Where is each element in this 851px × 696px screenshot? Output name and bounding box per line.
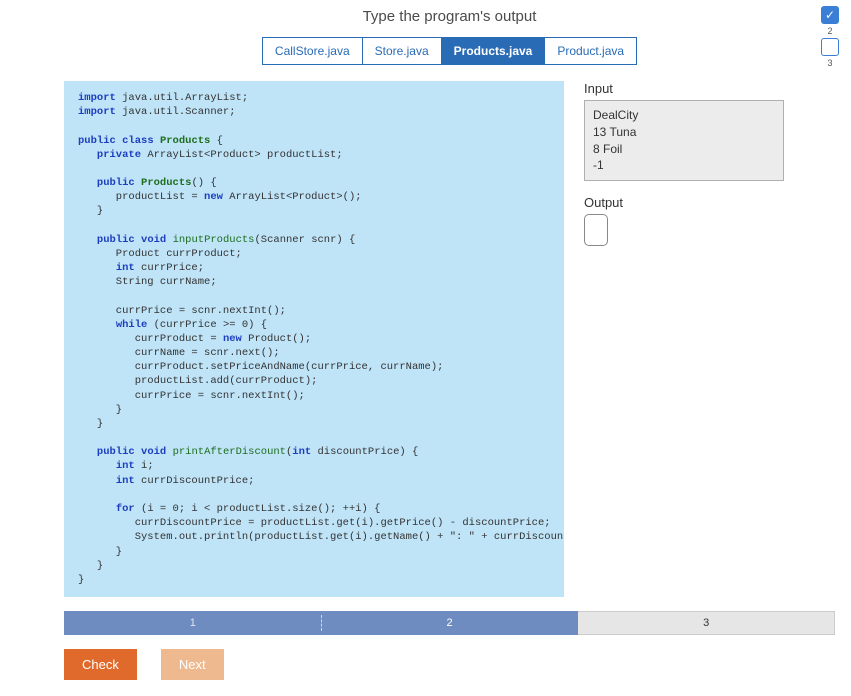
progress-step-1[interactable]: 1 (64, 611, 322, 635)
progress-step-2[interactable]: 2 (322, 611, 579, 635)
page-title: Type the program's output (64, 8, 835, 25)
status-box-icon (821, 38, 839, 56)
io-panel: Input DealCity 13 Tuna 8 Foil -1 Output (584, 81, 784, 249)
progress-bar: 1 2 3 (64, 611, 835, 635)
status-num-2: 3 (827, 58, 832, 68)
status-num-1: 2 (827, 26, 832, 36)
input-label: Input (584, 81, 784, 96)
progress-step-3[interactable]: 3 (578, 611, 835, 635)
status-check-icon: ✓ (821, 6, 839, 24)
input-box: DealCity 13 Tuna 8 Foil -1 (584, 100, 784, 181)
side-status-icons: ✓ 2 3 (821, 6, 839, 68)
code-viewer: import java.util.ArrayList; import java.… (64, 81, 564, 597)
next-button[interactable]: Next (161, 649, 224, 680)
input-line: 13 Tuna (593, 124, 775, 141)
tab-callstore[interactable]: CallStore.java (262, 37, 363, 65)
check-button[interactable]: Check (64, 649, 137, 680)
exercise-container: ✓ 2 3 Type the program's output CallStor… (0, 0, 851, 696)
content-row: import java.util.ArrayList; import java.… (64, 81, 835, 597)
tab-store[interactable]: Store.java (363, 37, 442, 65)
output-input[interactable] (584, 214, 608, 246)
file-tabs: CallStore.java Store.java Products.java … (64, 37, 835, 65)
input-line: -1 (593, 157, 775, 174)
output-label: Output (584, 195, 784, 210)
tab-product[interactable]: Product.java (545, 37, 637, 65)
input-line: 8 Foil (593, 141, 775, 158)
button-row: Check Next (64, 649, 835, 680)
input-line: DealCity (593, 107, 775, 124)
tab-products[interactable]: Products.java (442, 37, 546, 65)
